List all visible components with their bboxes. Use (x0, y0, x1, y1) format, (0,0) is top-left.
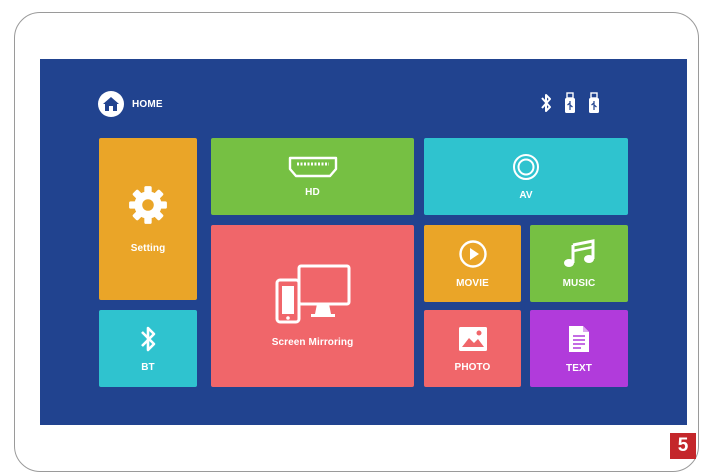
screen: HOME Setting HD AV Screen Mirroring MOVI… (40, 59, 687, 425)
movie-tile[interactable]: MOVIE (424, 225, 521, 302)
image-icon (457, 325, 489, 356)
av-label: AV (519, 189, 533, 201)
usb-drive-icon (564, 92, 576, 119)
screen-mirroring-tile[interactable]: Screen Mirroring (211, 225, 414, 387)
movie-label: MOVIE (456, 277, 489, 289)
hd-tile[interactable]: HD (211, 138, 414, 215)
av-tile[interactable]: AV (424, 138, 628, 215)
devices-icon (273, 264, 353, 329)
bluetooth-icon (140, 325, 156, 356)
bt-label: BT (141, 361, 155, 373)
photo-tile[interactable]: PHOTO (424, 310, 521, 387)
usb-drive-icon (588, 92, 600, 119)
music-label: MUSIC (562, 277, 596, 289)
home-label: HOME (132, 98, 163, 110)
play-icon (458, 239, 488, 272)
music-icon (562, 238, 596, 272)
document-icon (567, 324, 591, 357)
photo-label: PHOTO (454, 361, 491, 373)
page-number-badge: 5 (670, 433, 696, 459)
hdmi-icon (287, 156, 339, 181)
av-icon (512, 153, 540, 184)
bluetooth-icon (540, 93, 552, 118)
hd-label: HD (305, 186, 320, 198)
status-icons (540, 92, 600, 119)
home-button[interactable]: HOME (98, 91, 163, 117)
gear-icon (127, 184, 169, 229)
home-icon (98, 91, 124, 117)
music-tile[interactable]: MUSIC (530, 225, 628, 302)
setting-label: Setting (130, 243, 166, 254)
text-tile[interactable]: TEXT (530, 310, 628, 387)
bt-tile[interactable]: BT (99, 310, 197, 387)
setting-tile[interactable]: Setting (99, 138, 197, 300)
text-label: TEXT (566, 362, 592, 374)
screen-mirroring-label: Screen Mirroring (271, 337, 354, 348)
